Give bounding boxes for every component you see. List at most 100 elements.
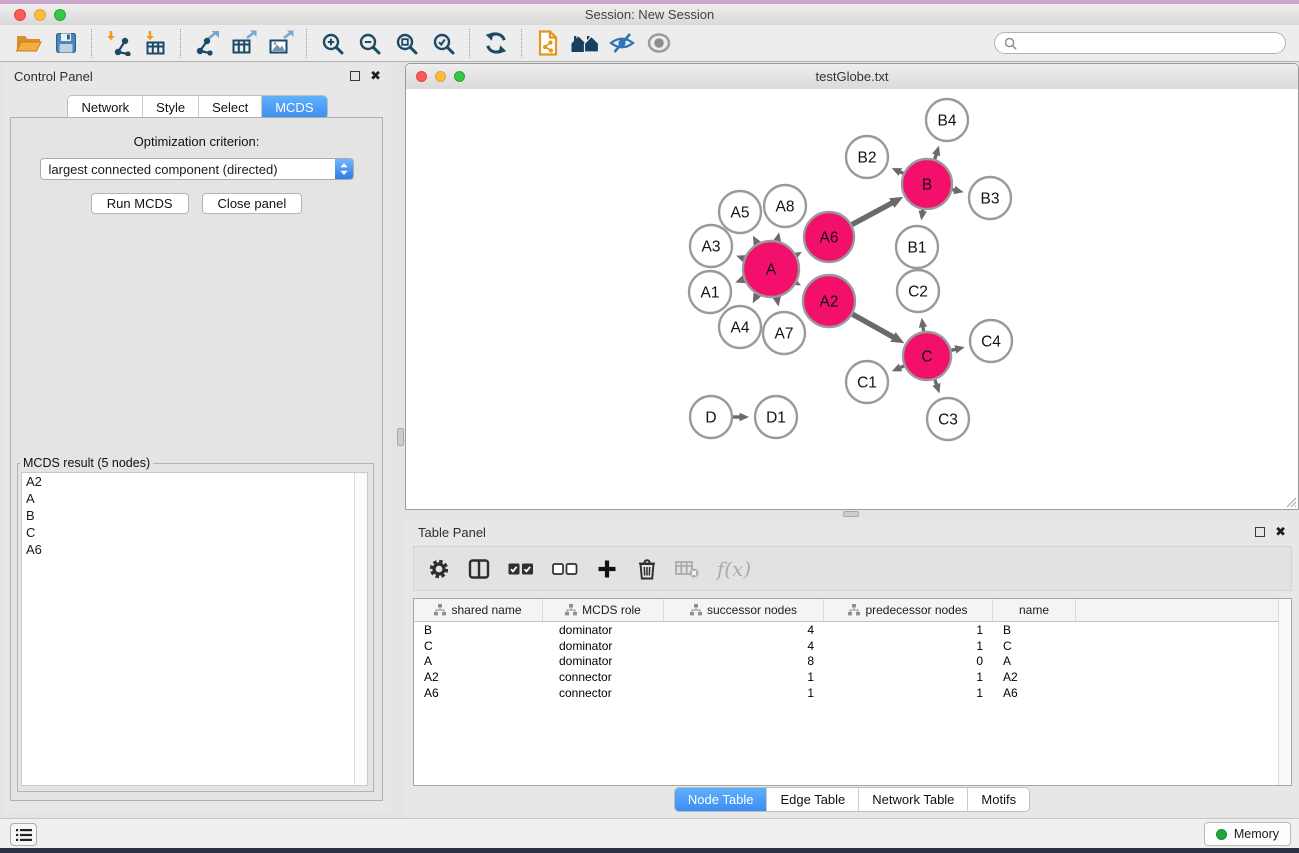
- table-cell: connector: [543, 686, 664, 700]
- graph-node-A8[interactable]: A8: [764, 185, 806, 227]
- table-row[interactable]: Cdominator41C: [414, 638, 1291, 654]
- graph-node-B1[interactable]: B1: [896, 226, 938, 268]
- eye-icon: [646, 31, 672, 55]
- zoom-network-window-button[interactable]: [454, 71, 465, 82]
- graph-node-C[interactable]: C: [903, 332, 951, 380]
- export-table-button[interactable]: [225, 28, 262, 59]
- add-column-button[interactable]: [594, 556, 620, 582]
- graph-node-B3[interactable]: B3: [969, 177, 1011, 219]
- zoom-out-button[interactable]: [351, 28, 388, 59]
- column-header-name[interactable]: name: [993, 599, 1076, 621]
- result-item[interactable]: B: [22, 507, 367, 524]
- graph-node-A3[interactable]: A3: [690, 225, 732, 267]
- show-columns-button[interactable]: [466, 556, 492, 582]
- network-window-titlebar[interactable]: testGlobe.txt: [406, 64, 1298, 90]
- zoom-fit-button[interactable]: [388, 28, 425, 59]
- run-mcds-button[interactable]: Run MCDS: [91, 193, 189, 214]
- graph-edge-A2-C[interactable]: [853, 314, 894, 337]
- horizontal-split-divider-handle[interactable]: [843, 511, 859, 517]
- close-panel-button-inner[interactable]: Close panel: [202, 193, 303, 214]
- close-window-button[interactable]: [14, 9, 26, 21]
- memory-button[interactable]: Memory: [1204, 822, 1291, 846]
- graph-node-A5[interactable]: A5: [719, 191, 761, 233]
- hide-selected-button[interactable]: [603, 28, 640, 59]
- select-all-button[interactable]: [506, 556, 536, 582]
- table-cell: A2: [414, 670, 543, 684]
- deselect-all-button[interactable]: [550, 556, 580, 582]
- result-list-scrollbar[interactable]: [354, 473, 367, 785]
- close-panel-button[interactable]: ✖: [370, 71, 381, 81]
- graph-node-C2[interactable]: C2: [897, 270, 939, 312]
- column-header-predecessor-nodes[interactable]: predecessor nodes: [824, 599, 993, 621]
- column-header-shared-name[interactable]: shared name: [414, 599, 543, 621]
- graph-node-A6[interactable]: A6: [804, 212, 854, 262]
- table-tab-node-table[interactable]: Node Table: [675, 788, 768, 811]
- graph-node-A[interactable]: A: [743, 241, 799, 297]
- minimize-window-button[interactable]: [34, 9, 46, 21]
- float-panel-button[interactable]: [350, 71, 360, 81]
- import-table-button[interactable]: [136, 28, 173, 59]
- graph-node-C3[interactable]: C3: [927, 398, 969, 440]
- vertical-split-divider-handle[interactable]: [397, 428, 404, 446]
- open-network-document-button[interactable]: [529, 28, 566, 59]
- result-item[interactable]: A: [22, 490, 367, 507]
- result-item[interactable]: A6: [22, 541, 367, 558]
- table-panel-title: Table Panel: [418, 525, 486, 540]
- control-tab-network[interactable]: Network: [68, 96, 143, 119]
- graph-node-C1[interactable]: C1: [846, 361, 888, 403]
- table-row[interactable]: A2connector11A2: [414, 669, 1291, 685]
- search-field[interactable]: [994, 32, 1286, 54]
- column-header-MCDS-role[interactable]: MCDS role: [543, 599, 664, 621]
- table-row[interactable]: A6connector11A6: [414, 685, 1291, 701]
- graph-node-B[interactable]: B: [902, 159, 952, 209]
- table-scrollbar[interactable]: [1278, 599, 1291, 785]
- graph-node-D1[interactable]: D1: [755, 396, 797, 438]
- zoom-out-icon: [358, 32, 381, 55]
- search-input[interactable]: [1022, 35, 1276, 51]
- control-tab-style[interactable]: Style: [143, 96, 199, 119]
- graph-node-D[interactable]: D: [690, 396, 732, 438]
- zoom-window-button[interactable]: [54, 9, 66, 21]
- two-houses-icon: [570, 31, 600, 55]
- task-history-button[interactable]: [10, 823, 37, 846]
- graph-node-B2[interactable]: B2: [846, 136, 888, 178]
- import-network-button[interactable]: [99, 28, 136, 59]
- table-row[interactable]: Adominator80A: [414, 653, 1291, 669]
- export-image-button[interactable]: [262, 28, 299, 59]
- graph-node-B4[interactable]: B4: [926, 99, 968, 141]
- ndex-home-button[interactable]: [566, 28, 603, 59]
- criterion-dropdown[interactable]: largest connected component (directed): [40, 158, 354, 180]
- control-tab-mcds[interactable]: MCDS: [262, 96, 326, 119]
- zoom-selected-button[interactable]: [425, 28, 462, 59]
- graph-node-C4[interactable]: C4: [970, 320, 1012, 362]
- show-all-button[interactable]: [640, 28, 677, 59]
- table-tab-motifs[interactable]: Motifs: [968, 788, 1029, 811]
- network-canvas[interactable]: B4 B2 B B3 A8A5 A6 B1 A3 A A1 C2 A2 A4A7 C4 C C1 D D1 C3: [406, 89, 1298, 509]
- minimize-network-window-button[interactable]: [435, 71, 446, 82]
- control-tab-select[interactable]: Select: [199, 96, 262, 119]
- result-item[interactable]: A2: [22, 473, 367, 490]
- graph-node-A1[interactable]: A1: [689, 271, 731, 313]
- close-network-window-button[interactable]: [416, 71, 427, 82]
- save-session-button[interactable]: [47, 28, 84, 59]
- graph-edge-A6-B[interactable]: [852, 203, 893, 225]
- table-tab-network-table[interactable]: Network Table: [859, 788, 968, 811]
- close-table-panel-button[interactable]: ✖: [1275, 527, 1286, 537]
- delete-columns-button[interactable]: [634, 556, 660, 582]
- graph-node-A7[interactable]: A7: [763, 312, 805, 354]
- refresh-view-button[interactable]: [477, 28, 514, 59]
- table-tab-edge-table[interactable]: Edge Table: [767, 788, 859, 811]
- open-file-button[interactable]: [10, 28, 47, 59]
- table-settings-button[interactable]: [426, 556, 452, 582]
- resize-grip-icon[interactable]: [1283, 494, 1297, 508]
- result-item[interactable]: C: [22, 524, 367, 541]
- table-cell: 1: [824, 686, 993, 700]
- graph-node-A2[interactable]: A2: [803, 275, 855, 327]
- status-bar: Memory: [0, 818, 1299, 848]
- column-header-successor-nodes[interactable]: successor nodes: [664, 599, 824, 621]
- zoom-in-button[interactable]: [314, 28, 351, 59]
- graph-node-A4[interactable]: A4: [719, 306, 761, 348]
- float-table-panel-button[interactable]: [1255, 527, 1265, 537]
- export-network-button[interactable]: [188, 28, 225, 59]
- table-row[interactable]: Bdominator41B: [414, 622, 1291, 638]
